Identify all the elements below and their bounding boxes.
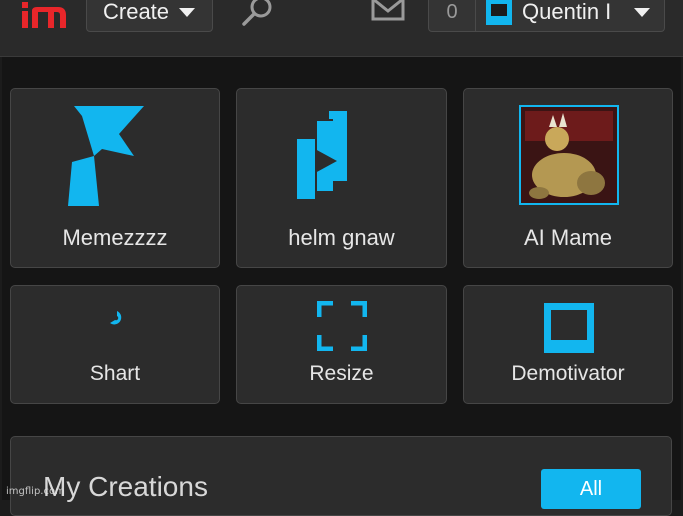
tile-chart[interactable]: Shart (10, 285, 220, 404)
tile-label: Shart (89, 362, 141, 385)
tile-ai-meme[interactable]: AI Mame (463, 88, 673, 268)
tile-meme-generator[interactable]: Memezzzz (10, 88, 220, 268)
tile-video-generator[interactable]: helm gnaw (236, 88, 447, 268)
tile-label: Demotivator (511, 362, 625, 385)
section-title: My Creations (43, 471, 208, 502)
tile-label: helm gnaw (288, 225, 395, 250)
demotivator-icon (544, 303, 594, 353)
chevron-down-icon (179, 7, 196, 17)
user-avatar-icon (486, 0, 512, 25)
top-navigation-bar: Create 0 Quentin I (0, 0, 683, 57)
create-label: Create (103, 0, 170, 24)
meme-generator-icon (68, 106, 144, 206)
mail-icon[interactable] (371, 0, 405, 22)
notification-count-value: 0 (446, 0, 458, 23)
main-content: Memezzzz helm gnaw AI Mame Shart Resize … (2, 57, 681, 516)
imgflip-logo[interactable] (20, 0, 70, 30)
notification-count[interactable]: 0 (428, 0, 476, 32)
my-creations-section: My Creations All (10, 436, 672, 516)
username-label: Quentin I (522, 0, 612, 24)
resize-icon (317, 301, 367, 351)
ai-image-thumbnail (519, 105, 619, 205)
search-icon[interactable] (240, 0, 276, 30)
tile-label: Memezzzz (62, 225, 168, 250)
all-button[interactable]: All (541, 469, 641, 509)
tile-label: Resize (309, 362, 374, 385)
watermark: imgflip.com (6, 486, 65, 497)
chevron-down-icon (634, 8, 650, 17)
tile-demotivator[interactable]: Demotivator (463, 285, 673, 404)
create-menu-button[interactable]: Create (86, 0, 213, 32)
video-stack-icon (297, 111, 347, 199)
spinner-icon (110, 311, 122, 325)
user-menu-button[interactable]: Quentin I (476, 0, 665, 32)
tile-resize[interactable]: Resize (236, 285, 447, 404)
tile-label: AI Mame (523, 225, 613, 250)
